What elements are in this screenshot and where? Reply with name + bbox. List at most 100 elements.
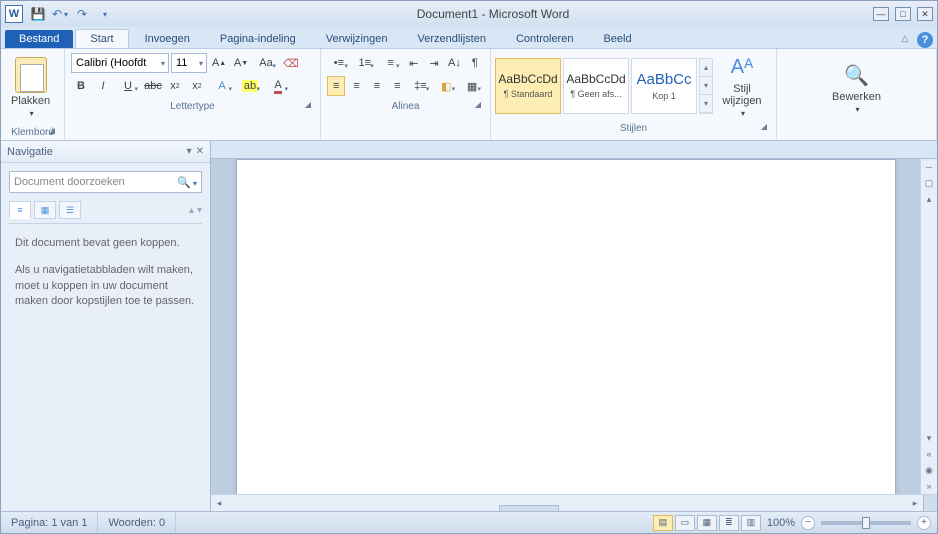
browse-select[interactable]: ◉ [921,462,937,478]
paste-button[interactable]: Plakken ▾ [5,55,56,120]
style-standard[interactable]: AaBbCcDd ¶ Standaard [495,58,561,114]
decrease-indent-icon[interactable]: ⇤ [404,53,422,73]
minimize-ribbon-icon[interactable]: △ [895,28,915,48]
maximize-button[interactable]: □ [895,7,911,21]
show-marks-icon[interactable]: ¶ [466,53,484,73]
horizontal-scrollbar[interactable]: ◂ ▸ [211,494,937,511]
document-page[interactable] [236,159,896,494]
tab-view[interactable]: Beeld [589,30,645,48]
close-button[interactable]: ✕ [917,7,933,21]
undo-icon[interactable]: ↶▾ [51,5,69,23]
split-grip[interactable] [923,495,937,512]
browse-prev[interactable]: « [921,446,937,462]
shading-icon[interactable]: ◧ [434,76,458,96]
strikethrough-button[interactable]: abc [143,76,163,96]
line-spacing-icon[interactable]: ‡≡ [409,76,433,96]
increase-indent-icon[interactable]: ⇥ [425,53,443,73]
styles-scroll-down[interactable]: ▾ [700,77,712,95]
styles-expand[interactable]: ▾ [700,95,712,113]
zoom-out-button[interactable]: − [801,516,815,530]
editing-button[interactable]: 🔍 Bewerken ▾ [826,59,887,116]
nav-tab-results[interactable]: ☰ [59,201,81,219]
tab-mailings[interactable]: Verzendlijsten [403,30,500,48]
align-left-icon[interactable]: ≡ [327,76,345,96]
group-editing: 🔍 Bewerken ▾ [777,49,937,140]
bold-button[interactable]: B [71,76,91,96]
font-name-combo[interactable]: Calibri (Hoofdt [71,53,169,73]
tab-references[interactable]: Verwijzingen [312,30,402,48]
save-icon[interactable]: 💾 [29,5,47,23]
vscroll-down[interactable]: ▾ [921,430,937,446]
tab-start[interactable]: Start [75,29,128,48]
page-container[interactable] [211,159,920,494]
align-center-icon[interactable]: ≡ [347,76,365,96]
view-outline[interactable]: ≣ [719,515,739,531]
nav-tab-pages[interactable]: ▦ [34,201,56,219]
zoom-level[interactable]: 100% [767,517,795,529]
view-full-screen[interactable]: ▭ [675,515,695,531]
nav-pane-close[interactable]: ✕ [196,146,204,157]
vscroll-grip[interactable]: ─ [921,159,937,175]
redo-icon[interactable]: ↷ [73,5,91,23]
view-print-layout[interactable]: ▤ [653,515,673,531]
qat-customize-icon[interactable]: ▾ [95,5,113,23]
minimize-button[interactable]: — [873,7,889,21]
text-effects-icon[interactable]: A [209,76,235,96]
zoom-slider[interactable] [821,521,911,525]
style-no-spacing[interactable]: AaBbCcDd ¶ Geen afs... [563,58,629,114]
subscript-button[interactable]: x2 [165,76,185,96]
status-page[interactable]: Pagina: 1 van 1 [1,512,98,533]
vertical-scrollbar[interactable]: ─ ▢ ▴ ▾ « ◉ » [920,159,937,494]
paste-icon [15,57,47,93]
font-color-icon[interactable]: A [265,76,291,96]
align-right-icon[interactable]: ≡ [368,76,386,96]
change-case-icon[interactable]: Aa [253,53,279,73]
italic-button[interactable]: I [93,76,113,96]
styles-scroll-up[interactable]: ▴ [700,59,712,77]
change-styles-button[interactable]: Aᴬ Stijl wijzigen ▾ [715,51,769,120]
styles-dialog-launcher[interactable]: ◢ [758,122,770,134]
paragraph-dialog-launcher[interactable]: ◢ [472,100,484,112]
clipboard-dialog-launcher[interactable]: ◢ [46,126,58,138]
nav-pane-body: Dit document bevat geen koppen. Als u na… [1,224,210,334]
nav-next[interactable]: ▾ [197,205,202,216]
borders-icon[interactable]: ▦ [460,76,484,96]
underline-button[interactable]: U [115,76,141,96]
help-icon[interactable]: ? [917,32,933,48]
superscript-button[interactable]: x2 [187,76,207,96]
bullets-icon[interactable]: •≡ [327,53,351,73]
grow-font-icon[interactable]: A▲ [209,53,229,73]
ruler[interactable] [211,141,937,159]
paragraph-group-label: Alinea [392,101,420,112]
browse-next[interactable]: » [921,478,937,494]
status-words[interactable]: Woorden: 0 [98,512,176,533]
view-web-layout[interactable]: ▦ [697,515,717,531]
nav-search-input[interactable]: Document doorzoeken 🔍▾ [9,171,202,193]
highlight-icon[interactable]: ab [237,76,263,96]
multilevel-list-icon[interactable]: ≡ [379,53,403,73]
hscroll-thumb[interactable] [499,505,559,511]
style-heading-1[interactable]: AaBbCc Kop 1 [631,58,697,114]
nav-pane-dropdown[interactable]: ▾ [187,146,192,157]
zoom-in-button[interactable]: + [917,516,931,530]
justify-icon[interactable]: ≡ [388,76,406,96]
view-draft[interactable]: ▥ [741,515,761,531]
sort-icon[interactable]: A↓ [445,53,463,73]
font-dialog-launcher[interactable]: ◢ [302,100,314,112]
vscroll-up[interactable]: ▴ [921,191,937,207]
hscroll-right[interactable]: ▸ [907,498,923,509]
font-size-combo[interactable]: 11 [171,53,207,73]
numbering-icon[interactable]: 1≡ [353,53,377,73]
hscroll-left[interactable]: ◂ [211,498,227,509]
paste-label: Plakken [11,95,50,107]
search-icon[interactable]: 🔍▾ [177,176,197,189]
tab-page-layout[interactable]: Pagina-indeling [206,30,310,48]
tab-insert[interactable]: Invoegen [131,30,204,48]
tab-file[interactable]: Bestand [5,30,73,48]
shrink-font-icon[interactable]: A▼ [231,53,251,73]
nav-tab-headings[interactable]: ≡ [9,201,31,219]
nav-prev[interactable]: ▴ [189,205,194,216]
clear-formatting-icon[interactable]: ⌫ [281,53,301,73]
tab-review[interactable]: Controleren [502,30,587,48]
vscroll-ruler-toggle[interactable]: ▢ [921,175,937,191]
